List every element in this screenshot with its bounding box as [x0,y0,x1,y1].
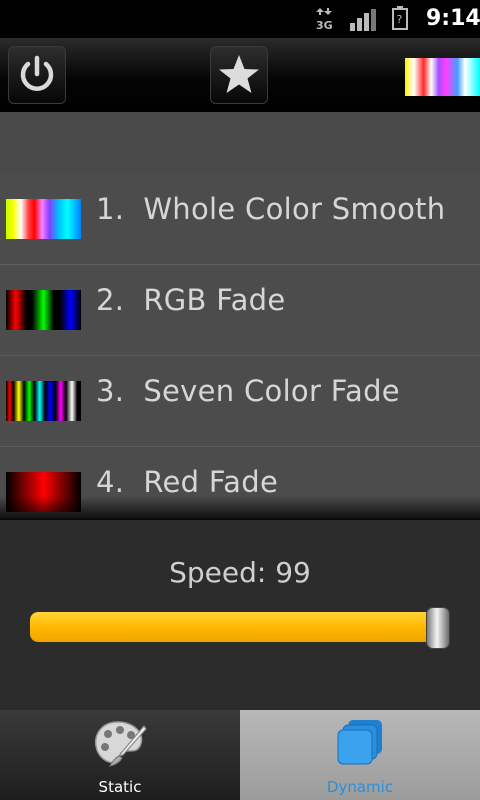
effects-list: 1. Whole Color Smooth 2. RGB Fade 3. Sev… [0,174,480,519]
power-icon [20,55,54,91]
tab-dynamic[interactable]: Dynamic [240,710,480,800]
list-item-label: 2. RGB Fade [96,283,286,317]
spacer-band [0,112,480,174]
speed-slider-thumb[interactable] [427,608,449,648]
speed-label: Speed: 99 [169,556,311,589]
status-time: 9:14 [426,6,480,31]
status-bar: 3G ? 9:14 [0,0,480,38]
whole-color-smooth-swatch [6,199,81,239]
battery-unknown-icon: ? [392,6,408,30]
speed-slider-track[interactable] [30,612,450,642]
favorite-button[interactable] [210,46,268,104]
list-item-whole-color-smooth[interactable]: 1. Whole Color Smooth [0,174,480,265]
svg-text:?: ? [397,13,403,26]
tab-static[interactable]: Static [0,710,240,800]
seven-color-fade-swatch [6,381,81,421]
current-color-preview[interactable] [405,58,480,96]
list-item-seven-color-fade[interactable]: 3. Seven Color Fade [0,356,480,447]
power-button[interactable] [8,46,66,104]
network-3g-icon: 3G [316,8,333,30]
svg-text:3G: 3G [316,19,333,30]
tab-static-label: Static [98,778,142,796]
top-toolbar [0,38,480,112]
bottom-tab-bar: Static Dynamic [0,710,480,800]
rgb-fade-swatch [6,290,81,330]
list-fade-edge [0,496,480,520]
stacked-layers-icon [337,720,382,765]
speed-panel: Speed: 99 [0,520,480,710]
tab-dynamic-label: Dynamic [326,778,394,796]
list-item-label: 1. Whole Color Smooth [96,192,446,226]
list-item-rgb-fade[interactable]: 2. RGB Fade [0,265,480,356]
list-item-label: 3. Seven Color Fade [96,374,400,408]
star-icon [219,55,259,93]
list-item-label: 4. Red Fade [96,465,279,499]
signal-strength-icon [350,9,376,31]
palette-icon [94,721,147,767]
